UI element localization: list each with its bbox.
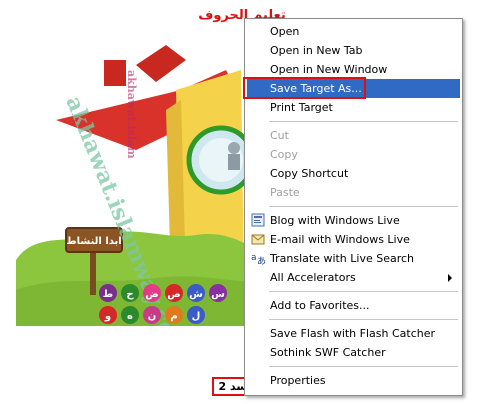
menu-item-label: All Accelerators xyxy=(270,271,356,284)
menu-separator xyxy=(269,291,458,292)
svg-text:ض: ض xyxy=(145,289,158,300)
menu-separator xyxy=(269,206,458,207)
menu-item-all-accelerators[interactable]: All Accelerators xyxy=(247,268,460,287)
menu-item-properties[interactable]: Properties xyxy=(247,371,460,390)
menu-item-open-new-window[interactable]: Open in New Window xyxy=(247,60,460,79)
svg-text:ش: ش xyxy=(189,289,203,300)
menu-item-print-target[interactable]: Print Target xyxy=(247,98,460,117)
blog-icon xyxy=(251,213,265,227)
start-sign-label: ابدا النشاط xyxy=(66,236,121,247)
menu-item-save-flash-catcher[interactable]: Save Flash with Flash Catcher xyxy=(247,324,460,343)
translate-icon: aあ xyxy=(251,251,266,267)
email-icon xyxy=(251,232,265,246)
menu-item-blog-windows-live[interactable]: Blog with Windows Live xyxy=(247,211,460,230)
svg-text:ه: ه xyxy=(127,311,133,322)
svg-text:و: و xyxy=(104,311,111,322)
menu-separator xyxy=(269,121,458,122)
menu-separator xyxy=(269,366,458,367)
menu-item-save-target-as[interactable]: Save Target As... xyxy=(247,79,460,98)
svg-text:akhawat.islam: akhawat.islam xyxy=(125,70,138,159)
menu-separator xyxy=(269,319,458,320)
svg-text:س: س xyxy=(211,289,225,300)
menu-item-translate-live-search[interactable]: aあ Translate with Live Search xyxy=(247,249,460,268)
menu-item-sothink-swf-catcher[interactable]: Sothink SWF Catcher xyxy=(247,343,460,362)
menu-item-cut: Cut xyxy=(270,129,289,142)
menu-item-add-to-favorites[interactable]: Add to Favorites... xyxy=(247,296,460,315)
context-menu: Open Open in New Tab Open in New Window … xyxy=(244,18,463,396)
svg-text:ط: ط xyxy=(103,289,113,300)
menu-item-paste: Paste xyxy=(270,186,300,199)
svg-text:ل: ل xyxy=(192,311,201,322)
svg-text:ح: ح xyxy=(126,289,134,300)
svg-text:a: a xyxy=(251,253,257,263)
menu-item-email-windows-live[interactable]: E-mail with Windows Live xyxy=(247,230,460,249)
menu-item-label: Blog with Windows Live xyxy=(270,214,400,227)
menu-item-label: E-mail with Windows Live xyxy=(270,233,410,246)
submenu-arrow-icon xyxy=(448,274,452,282)
svg-text:あ: あ xyxy=(257,256,265,265)
menu-item-open[interactable]: Open xyxy=(247,22,460,41)
flash-content[interactable]: ابدا النشاط akhawat.islamway.com akhawat… xyxy=(16,30,261,326)
menu-item-open-new-tab[interactable]: Open in New Tab xyxy=(247,41,460,60)
svg-text:ص: ص xyxy=(167,289,180,300)
svg-text:م: م xyxy=(170,311,177,322)
menu-item-copy: Copy xyxy=(270,148,298,161)
menu-item-copy-shortcut[interactable]: Copy Shortcut xyxy=(247,164,460,183)
menu-item-label: Translate with Live Search xyxy=(270,252,415,265)
svg-text:ن: ن xyxy=(148,311,157,322)
